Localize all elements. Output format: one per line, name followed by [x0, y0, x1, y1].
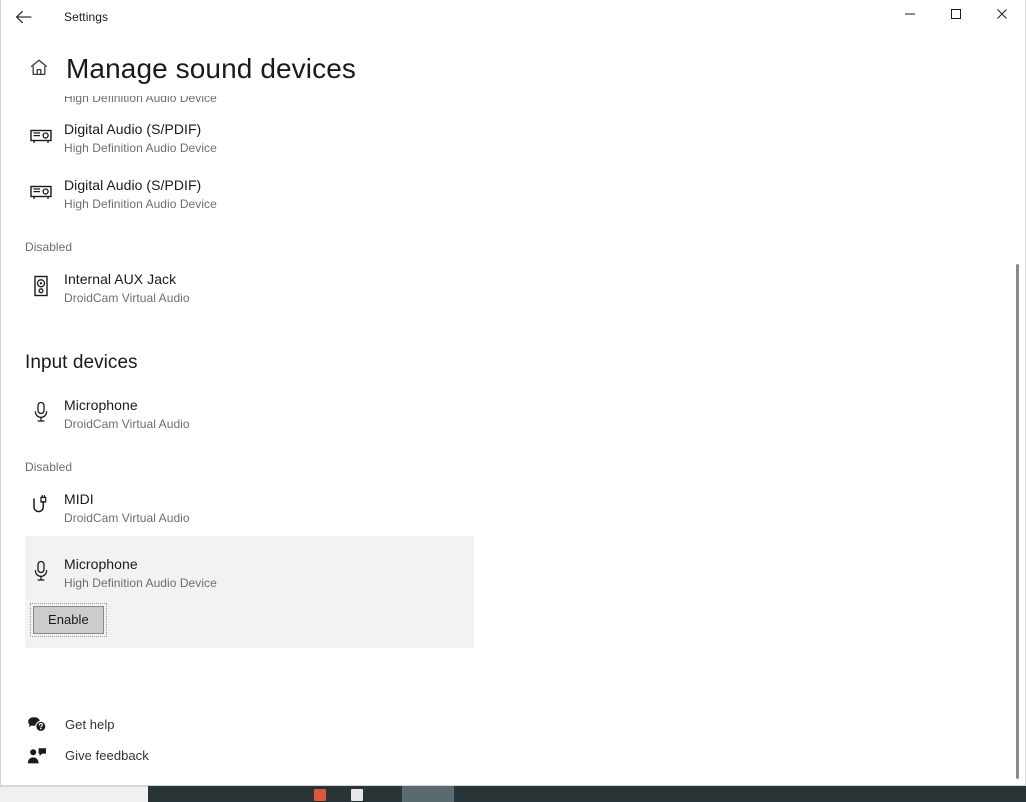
get-help-label: Get help: [65, 717, 115, 732]
get-help-link[interactable]: Get help: [25, 709, 425, 740]
give-feedback-label: Give feedback: [65, 748, 149, 763]
device-name: Internal AUX Jack: [64, 270, 190, 289]
maximize-icon: [950, 7, 962, 25]
window-title: Settings: [64, 10, 108, 24]
device-sub: High Definition Audio Device: [64, 575, 217, 592]
group-label-disabled-output: Disabled: [25, 240, 1001, 254]
page-header: Manage sound devices: [1, 43, 1025, 95]
section-title-input-devices: Input devices: [25, 352, 1001, 374]
device-name: Digital Audio (S/PDIF): [64, 120, 217, 139]
minimize-icon: [904, 7, 916, 25]
taskbar-bar: [148, 786, 1026, 802]
home-button[interactable]: [25, 56, 53, 84]
device-sub: DroidCam Virtual Audio: [64, 290, 190, 307]
audio-receiver-icon: [25, 119, 57, 153]
device-name: Microphone: [64, 396, 190, 415]
list-item[interactable]: Internal AUX Jack DroidCam Virtual Audio: [25, 260, 1001, 316]
device-name: MIDI: [64, 490, 190, 509]
taskbar-app-icon[interactable]: [351, 789, 363, 801]
device-sub: High Definition Audio Device: [64, 196, 217, 213]
close-button[interactable]: [979, 0, 1025, 32]
taskbar-left-strip: [0, 786, 148, 802]
home-icon: [29, 58, 49, 82]
footer-links: Get help Give feedback: [25, 709, 425, 771]
minimize-button[interactable]: [887, 0, 933, 32]
audio-receiver-icon: [25, 175, 57, 209]
group-label-disabled-input: Disabled: [25, 460, 1001, 474]
microphone-icon: [25, 554, 57, 588]
list-item[interactable]: Digital Audio (S/PDIF) High Definition A…: [25, 166, 1001, 222]
device-name: Digital Audio (S/PDIF): [64, 176, 217, 195]
clipped-device-sub: High Definition Audio Device: [64, 96, 217, 107]
caption-button-group: [887, 0, 1025, 32]
enable-button[interactable]: Enable: [33, 606, 104, 634]
list-item[interactable]: Digital Audio (S/PDIF) High Definition A…: [25, 110, 1001, 166]
give-feedback-link[interactable]: Give feedback: [25, 740, 425, 771]
microphone-icon: [25, 395, 57, 429]
list-item-selected[interactable]: Microphone High Definition Audio Device: [25, 544, 474, 596]
maximize-button[interactable]: [933, 0, 979, 32]
clipped-device-row: High Definition Audio Device: [25, 96, 1001, 110]
speaker-jack-icon: [25, 269, 57, 303]
taskbar-active-item[interactable]: [402, 786, 454, 802]
back-button[interactable]: [1, 1, 46, 33]
midi-plug-icon: [25, 489, 57, 523]
taskbar: [0, 786, 1026, 802]
device-sub: DroidCam Virtual Audio: [64, 510, 190, 527]
help-bubble-icon: [25, 715, 49, 735]
device-sub: DroidCam Virtual Audio: [64, 416, 190, 433]
list-item[interactable]: MIDI DroidCam Virtual Audio: [25, 480, 1001, 536]
device-name: Microphone: [64, 555, 217, 574]
scrollable-content[interactable]: High Definition Audio Device Digital Aud…: [1, 96, 1025, 704]
list-item[interactable]: Microphone DroidCam Virtual Audio: [25, 386, 1001, 442]
page-title: Manage sound devices: [66, 53, 356, 85]
settings-window: Settings: [0, 0, 1026, 786]
title-bar: Settings: [1, 0, 1025, 33]
taskbar-app-icon[interactable]: [314, 789, 326, 801]
scrollbar-thumb[interactable]: [1016, 264, 1019, 779]
device-sub: High Definition Audio Device: [64, 140, 217, 157]
selected-device-card[interactable]: Microphone High Definition Audio Device …: [25, 536, 474, 648]
close-icon: [996, 7, 1008, 25]
vertical-scrollbar[interactable]: [1009, 96, 1023, 786]
feedback-person-icon: [25, 746, 49, 766]
back-arrow-icon: [15, 10, 33, 24]
